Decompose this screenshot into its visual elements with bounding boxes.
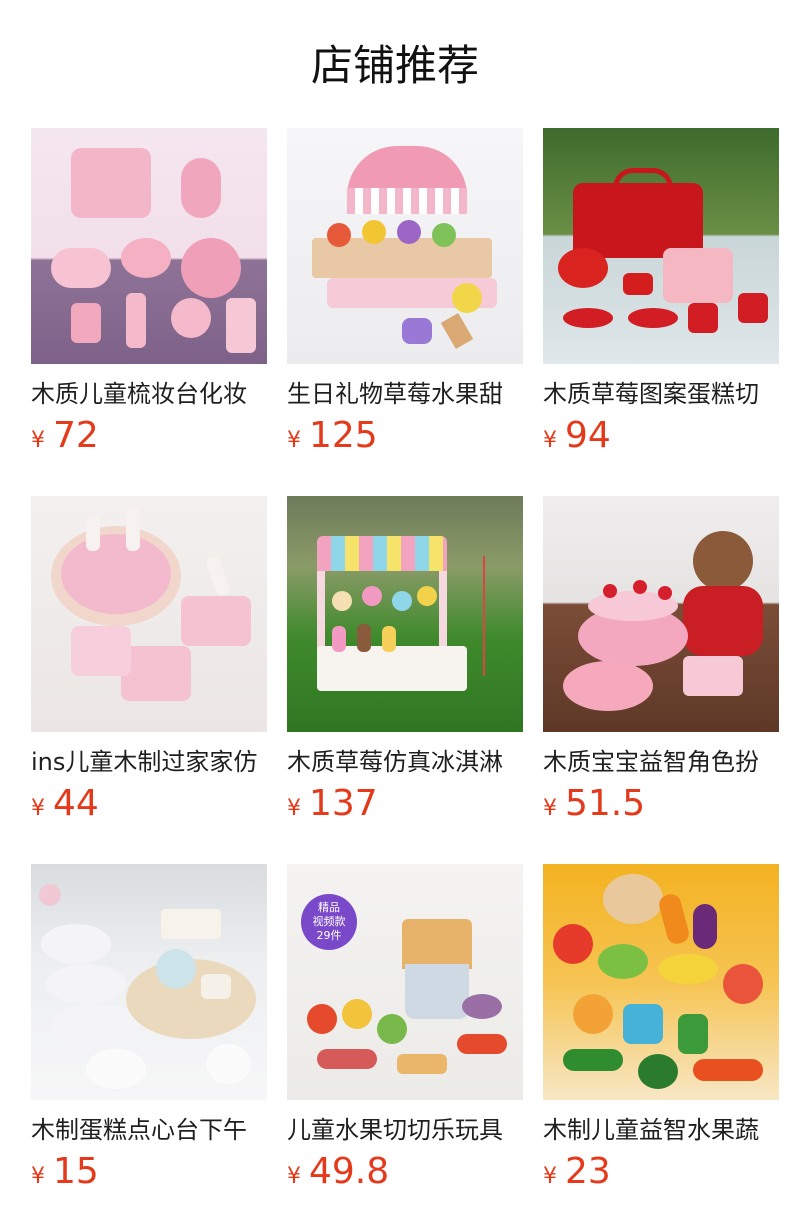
price-value: 49.8 <box>309 1151 390 1192</box>
currency-symbol: ¥ <box>31 796 45 821</box>
product-image[interactable] <box>31 864 267 1100</box>
product-grid: 木质儿童梳妆台化妆 ¥72 生日礼物草莓水果甜 ¥125 木质草莓图案蛋糕切 ¥… <box>31 128 779 1232</box>
price-value: 125 <box>309 415 378 456</box>
product-price: ¥51.5 <box>543 782 645 826</box>
price-value: 94 <box>565 415 611 456</box>
product-price: ¥72 <box>31 414 99 458</box>
currency-symbol: ¥ <box>543 1164 557 1189</box>
page-title: 店铺推荐 <box>310 41 479 90</box>
product-price: ¥94 <box>543 414 611 458</box>
product-card[interactable]: 木质草莓仿真冰淇淋 ¥137 <box>287 496 523 864</box>
product-card[interactable]: 木制蛋糕点心台下午 ¥15 <box>31 864 267 1232</box>
product-name[interactable]: 生日礼物草莓水果甜 <box>287 378 523 410</box>
badge-line-2: 视频款 <box>312 915 346 928</box>
price-value: 15 <box>53 1151 99 1192</box>
product-image[interactable] <box>31 496 267 732</box>
badge-line-1: 精品 <box>318 901 340 914</box>
product-price: ¥15 <box>31 1150 99 1194</box>
product-card[interactable]: 木质草莓图案蛋糕切 ¥94 <box>543 128 779 496</box>
product-name[interactable]: 木质宝宝益智角色扮 <box>543 746 779 778</box>
badge-line-3: 29件 <box>316 929 342 942</box>
product-name[interactable]: ins儿童木制过家家仿 <box>31 746 267 778</box>
product-image[interactable]: 精品 视频款 29件 <box>287 864 523 1100</box>
product-image[interactable] <box>543 128 779 364</box>
product-name[interactable]: 儿童水果切切乐玩具 <box>287 1114 523 1146</box>
currency-symbol: ¥ <box>543 428 557 453</box>
product-image[interactable] <box>287 496 523 732</box>
product-card[interactable]: 精品 视频款 29件 儿童水果切切乐玩具 ¥49.8 <box>287 864 523 1232</box>
currency-symbol: ¥ <box>287 796 301 821</box>
product-card[interactable]: ins儿童木制过家家仿 ¥44 <box>31 496 267 864</box>
product-name[interactable]: 木质草莓仿真冰淇淋 <box>287 746 523 778</box>
product-card[interactable]: 生日礼物草莓水果甜 ¥125 <box>287 128 523 496</box>
price-value: 137 <box>309 783 378 824</box>
product-card[interactable]: 木质宝宝益智角色扮 ¥51.5 <box>543 496 779 864</box>
product-image[interactable] <box>543 864 779 1100</box>
video-badge: 精品 视频款 29件 <box>301 894 357 950</box>
price-value: 51.5 <box>565 783 646 824</box>
product-price: ¥44 <box>31 782 99 826</box>
currency-symbol: ¥ <box>31 428 45 453</box>
product-price: ¥23 <box>543 1150 611 1194</box>
product-price: ¥137 <box>287 782 378 826</box>
product-image[interactable] <box>287 128 523 364</box>
product-name[interactable]: 木制蛋糕点心台下午 <box>31 1114 267 1146</box>
product-name[interactable]: 木制儿童益智水果蔬 <box>543 1114 779 1146</box>
price-value: 72 <box>53 415 99 456</box>
price-value: 23 <box>565 1151 611 1192</box>
product-name[interactable]: 木质草莓图案蛋糕切 <box>543 378 779 410</box>
currency-symbol: ¥ <box>31 1164 45 1189</box>
product-card[interactable]: 木制儿童益智水果蔬 ¥23 <box>543 864 779 1232</box>
product-image[interactable] <box>31 128 267 364</box>
product-price: ¥49.8 <box>287 1150 389 1194</box>
currency-symbol: ¥ <box>287 1164 301 1189</box>
currency-symbol: ¥ <box>543 796 557 821</box>
product-card[interactable]: 木质儿童梳妆台化妆 ¥72 <box>31 128 267 496</box>
product-price: ¥125 <box>287 414 378 458</box>
currency-symbol: ¥ <box>287 428 301 453</box>
product-name[interactable]: 木质儿童梳妆台化妆 <box>31 378 267 410</box>
price-value: 44 <box>53 783 99 824</box>
product-image[interactable] <box>543 496 779 732</box>
